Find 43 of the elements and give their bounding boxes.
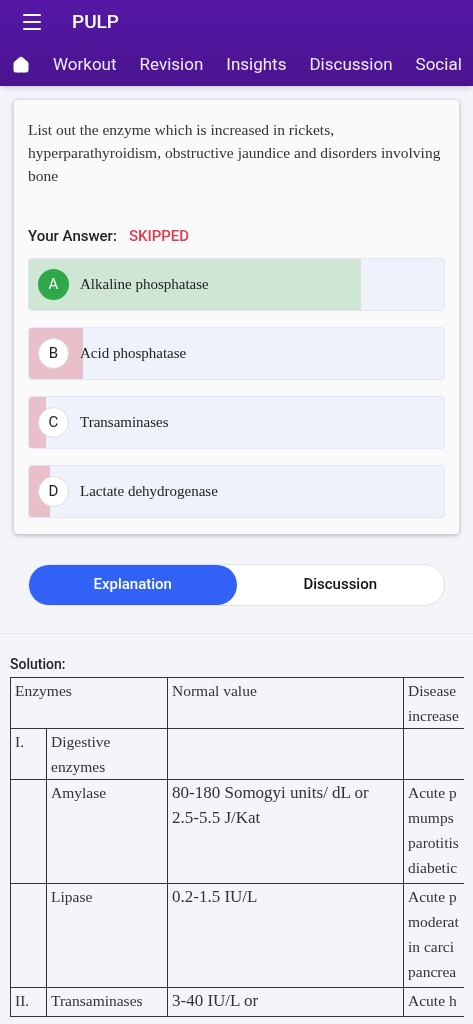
question-text: List out the enzyme which is increased in rickets, hyperparathyroidism, obstructive jaundice and disorders involving bone [28,120,442,186]
nav-tab[interactable]: Insights [226,52,287,78]
option-text: Transaminases [80,412,169,432]
table-cell: Digestive enzymes [51,732,111,775]
option-text: Acid phosphatase [80,343,187,363]
table-cell-text: pancrea [408,961,458,982]
table-cell-text: Acute p [408,782,458,803]
option-text: Lactate dehydrogenase [80,481,218,501]
answer-option[interactable]: C Transaminases [28,395,445,449]
table-cell-text: Acute h [408,990,458,1011]
table-cell: 3-40 IU/L or [172,990,259,1010]
table-cell-text: Acute p [408,886,458,907]
content-tab[interactable]: Explanation [29,564,237,605]
answer-option[interactable]: B Acid phosphatase [28,326,445,380]
nav-tab[interactable]: Discussion [309,52,393,78]
home-icon[interactable] [12,56,30,74]
table-cell-text: mumps [408,807,455,828]
table-cell: Transaminases [51,991,143,1009]
answer-status: SKIPPED [128,226,190,247]
table-cell: Amylase [51,783,107,801]
table-cell-text: in carci [408,936,456,957]
table-cell: 0.2-1.5 IU/L [172,886,258,906]
solution-title: Solution: [10,654,67,674]
answer-label: Your Answer: [28,226,117,247]
nav-tab[interactable]: Social [415,52,462,78]
table-cell: I. [15,732,25,750]
table-cell: II. [15,991,30,1009]
table-cell-text: increase [408,705,460,726]
nav-tab[interactable]: Revision [139,52,204,78]
table-cell-text: parotitis [408,832,460,853]
app-title: PULP [72,8,119,35]
table-cell: Lipase [51,887,93,905]
table-cell: 80-180 Somogyi units/ dL or 2.5-5.5 J/Kat [172,782,369,827]
table-cell-text: moderat [408,911,460,932]
table-cell: Normal value [172,681,257,699]
nav-tab[interactable]: Workout [53,52,117,78]
answer-option[interactable]: A Alkaline phosphatase [28,257,445,311]
table-cell-text: diabetic [408,857,459,878]
answer-option[interactable]: D Lactate dehydrogenase [28,464,445,518]
table-cell: Enzymes [15,681,72,699]
table-cell-text: Disease [408,680,458,701]
option-text: Alkaline phosphatase [80,274,209,294]
content-tab[interactable]: Discussion [236,564,444,605]
